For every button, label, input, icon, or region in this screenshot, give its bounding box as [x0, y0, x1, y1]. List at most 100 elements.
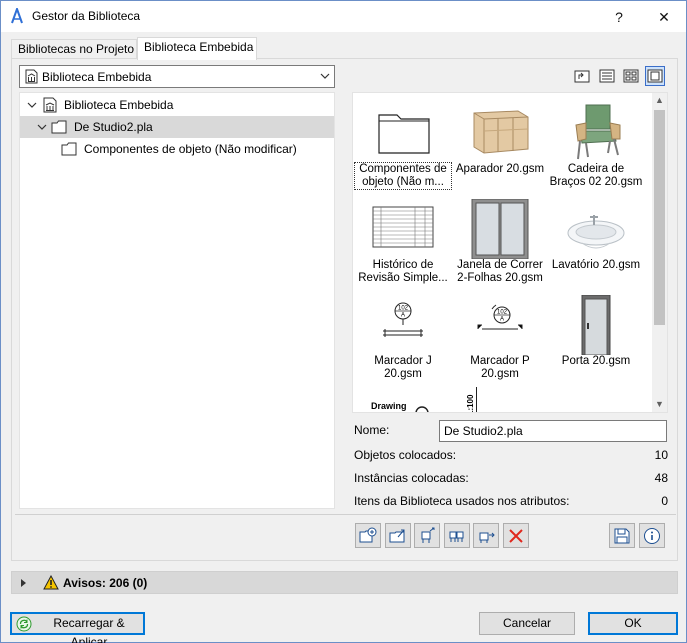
save-button[interactable] — [609, 523, 635, 548]
grid-item-label: Lavatório 20.gsm — [548, 259, 644, 272]
marker-sub: A — [401, 313, 405, 319]
expand-triangle-icon[interactable] — [20, 579, 28, 587]
new-folder-button[interactable] — [355, 523, 381, 548]
delete-button[interactable] — [503, 523, 529, 548]
drawing-marker-icon — [415, 406, 429, 412]
export-object-button[interactable] — [473, 523, 499, 548]
grid-item-door[interactable]: Porta 20.gsm — [548, 289, 644, 385]
library-tree: Biblioteca Embebida De Studio2.pla Compo… — [19, 92, 335, 509]
grid-item-label: Janela de Correr 2-Folhas 20.gsm — [452, 259, 548, 285]
scroll-down-icon[interactable]: ▼ — [652, 397, 667, 412]
list-view-icon — [599, 69, 615, 83]
attribute-items-value: 0 — [661, 494, 668, 508]
grid-item-label: Marcador J 20.gsm — [355, 355, 451, 381]
tree-item-object-components[interactable]: Componentes de objeto (Não modificar) — [20, 138, 334, 160]
scale-line — [476, 387, 477, 412]
label-line2: Revisão Simple... — [358, 272, 448, 284]
right-toolbar — [609, 523, 669, 549]
tree-item-label: Biblioteca Embebida — [64, 98, 174, 112]
name-field[interactable] — [439, 420, 667, 442]
label-line2: 20.gsm — [384, 368, 422, 380]
grid-item-label: Porta 20.gsm — [548, 355, 644, 368]
placed-objects-row: Objetos colocados: 10 — [352, 444, 672, 466]
library-select-value: Biblioteca Embebida — [42, 70, 152, 84]
grid-item-scale-partial[interactable]: 1:100 — [452, 385, 548, 413]
warnings-bar[interactable]: Avisos: 206 (0) — [11, 571, 678, 594]
label-line2: Braços 02 20.gsm — [549, 176, 643, 188]
grid-item-sliding-window[interactable]: Janela de Correr 2-Folhas 20.gsm — [452, 193, 548, 289]
library-select[interactable]: Biblioteca Embebida — [19, 65, 335, 88]
tree-item-embedded-library[interactable]: Biblioteca Embebida — [20, 94, 334, 116]
name-label: Nome: — [354, 423, 390, 437]
duplicate-object-button[interactable] — [444, 523, 470, 548]
tree-item-label: Componentes de objeto (Não modificar) — [84, 142, 297, 156]
large-preview-button[interactable] — [645, 66, 665, 86]
go-up-folder-icon — [574, 70, 590, 83]
archicad-app-icon — [11, 8, 23, 24]
revision-table-icon — [372, 206, 434, 248]
folder-icon — [51, 120, 67, 134]
info-button[interactable] — [639, 523, 665, 548]
window-title: Gestor da Biblioteca — [32, 9, 141, 23]
grid-item-object-components[interactable]: Componentes de objeto (Não m... — [354, 97, 452, 193]
marker-sub: A — [500, 317, 504, 323]
tab-label: Bibliotecas no Projeto — [18, 42, 135, 56]
ok-button[interactable]: OK — [588, 612, 678, 635]
divider — [15, 514, 676, 515]
label-line2: 20.gsm — [481, 368, 519, 380]
list-view-button[interactable] — [597, 66, 617, 86]
tab-embedded-library[interactable]: Biblioteca Embebida — [137, 37, 257, 60]
delete-icon — [509, 529, 523, 543]
tab-label: Biblioteca Embebida — [144, 40, 254, 54]
label-line1: Lavatório 20.gsm — [551, 259, 641, 271]
grid-item-label: Cadeira de Braços 02 20.gsm — [548, 163, 644, 189]
placed-instances-value: 48 — [654, 471, 668, 485]
grid-item-revision-history[interactable]: Histórico de Revisão Simple... — [355, 193, 451, 289]
label-line2: objeto (Não m... — [362, 176, 444, 188]
grid-item-drawing-partial[interactable]: Drawing — [355, 385, 451, 412]
import-button[interactable] — [385, 523, 411, 548]
marker-number: 102 — [497, 310, 508, 316]
close-button[interactable]: ✕ — [649, 5, 679, 29]
placed-objects-value: 10 — [654, 448, 668, 462]
view-mode-buttons — [572, 66, 672, 86]
go-up-folder-button[interactable] — [572, 66, 592, 86]
large-preview-icon — [647, 69, 663, 83]
chevron-down-icon[interactable] — [36, 121, 48, 133]
grid-item-marker-p[interactable]: 102 A Marcador P 20.gsm — [452, 289, 548, 385]
cancel-button[interactable]: Cancelar — [479, 612, 575, 635]
add-object-button[interactable] — [414, 523, 440, 548]
grid-scrollbar[interactable]: ▲ ▼ — [652, 93, 667, 412]
label-line1: Aparador 20.gsm — [455, 163, 545, 175]
library-manager-window: Gestor da Biblioteca ? ✕ Bibliotecas no … — [0, 0, 687, 643]
tab-project-libraries[interactable]: Bibliotecas no Projeto — [11, 39, 137, 59]
grid-item-armchair[interactable]: Cadeira de Braços 02 20.gsm — [548, 97, 644, 193]
grid-item-washbasin[interactable]: Lavatório 20.gsm — [548, 193, 644, 289]
library-icon — [25, 69, 38, 84]
scale-text: 1:100 — [466, 394, 475, 413]
scroll-up-icon[interactable]: ▲ — [652, 93, 667, 108]
library-icon — [43, 97, 57, 113]
help-button[interactable]: ? — [604, 5, 634, 29]
chevron-down-icon[interactable] — [26, 99, 38, 111]
reload-apply-button[interactable]: Recarregar & Aplicar — [10, 612, 145, 643]
object-toolbar — [355, 523, 535, 549]
grid-item-sideboard[interactable]: Aparador 20.gsm — [452, 97, 548, 193]
reload-apply-label: Recarregar & Aplicar — [53, 616, 125, 643]
label-line1: Componentes de — [359, 163, 447, 175]
info-icon — [644, 528, 660, 544]
thumbnail-view-button[interactable] — [621, 66, 641, 86]
label-line1: Marcador P — [470, 355, 530, 367]
grid-item-label: Marcador P 20.gsm — [452, 355, 548, 381]
label-line1: Marcador J — [374, 355, 432, 367]
door-icon — [581, 295, 611, 355]
grid-item-marker-j[interactable]: 102 A Marcador J 20.gsm — [355, 289, 451, 385]
grid-item-label: Histórico de Revisão Simple... — [355, 259, 451, 285]
grid-item-label: Aparador 20.gsm — [452, 163, 548, 176]
cancel-label: Cancelar — [502, 616, 552, 630]
warnings-label: Avisos: 206 (0) — [63, 576, 148, 590]
tree-item-de-studio2[interactable]: De Studio2.pla — [20, 116, 334, 138]
scroll-thumb[interactable] — [654, 110, 665, 325]
placed-objects-label: Objetos colocados: — [354, 448, 457, 462]
placed-instances-row: Instâncias colocadas: 48 — [352, 467, 672, 489]
